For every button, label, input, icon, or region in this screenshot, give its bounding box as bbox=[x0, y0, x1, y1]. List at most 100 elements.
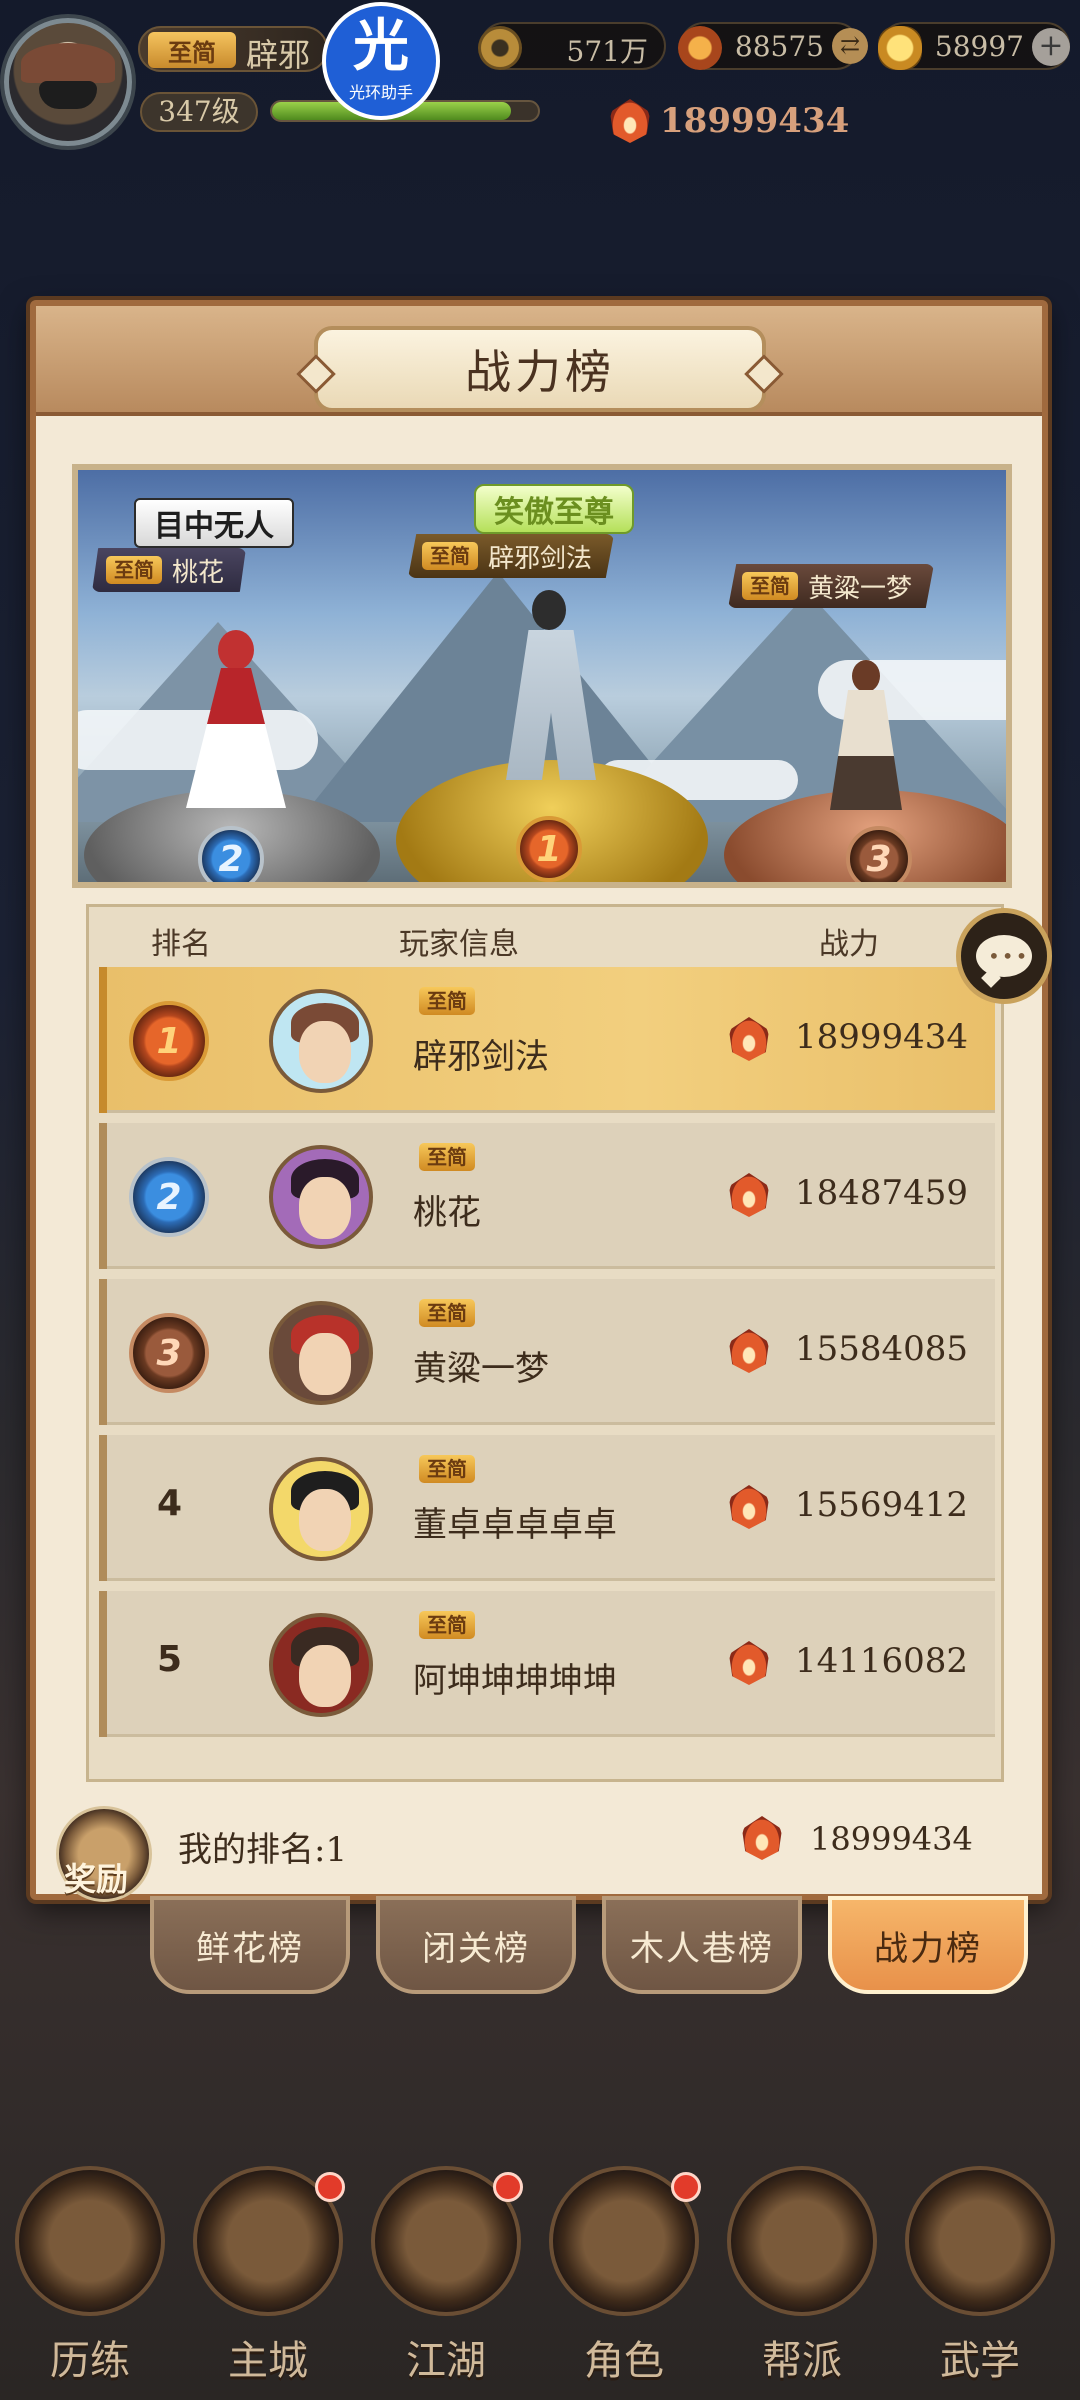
face-shape bbox=[299, 1333, 351, 1395]
nav-jianghu[interactable]: 江湖 bbox=[361, 2150, 531, 2400]
table-row[interactable]: 1 至简 辟邪剑法 18999434 bbox=[99, 967, 995, 1113]
player-power: 14116082 bbox=[795, 1641, 969, 1681]
table-row[interactable]: 3 至简 黄粱一梦 15584085 bbox=[99, 1279, 995, 1425]
tab-flower[interactable]: 鲜花榜 bbox=[150, 1896, 350, 1994]
medal-slot: 3 bbox=[129, 1313, 209, 1393]
copper-coin-icon bbox=[478, 26, 522, 70]
header-power: 战力 bbox=[819, 927, 879, 962]
rank-medal-3: 3 bbox=[129, 1313, 209, 1393]
power-flame-icon bbox=[729, 1485, 769, 1529]
table-row[interactable]: 2 至简 桃花 18487459 bbox=[99, 1123, 995, 1269]
reward-label[interactable]: 奖励 bbox=[64, 1854, 128, 1900]
player-name: 董卓卓卓卓卓 bbox=[413, 1505, 617, 1545]
power-flame-icon bbox=[729, 1329, 769, 1373]
character-head bbox=[852, 660, 880, 692]
chat-dots: ••• bbox=[988, 944, 1030, 968]
flame-coin-counter[interactable]: 88575 ⇄ bbox=[678, 22, 868, 70]
title-plate: 战力榜 bbox=[314, 326, 766, 412]
header-player: 玩家信息 bbox=[399, 927, 519, 962]
title-banner-left: 目中无人 bbox=[134, 498, 294, 548]
first-place-name: 辟邪剑法 bbox=[488, 543, 593, 574]
add-icon[interactable]: + bbox=[1032, 28, 1070, 66]
hud-power-value: 18999434 bbox=[660, 101, 850, 141]
vip-tag: 至简 bbox=[419, 1299, 475, 1327]
helper-caption: 光环助手 bbox=[348, 83, 413, 102]
second-place-name: 桃花 bbox=[172, 557, 225, 588]
power-flame-icon bbox=[729, 1017, 769, 1061]
helper-glyph: 光 bbox=[353, 14, 409, 79]
vip-tag: 至简 bbox=[419, 1455, 475, 1483]
panel-header: 战力榜 bbox=[36, 306, 1042, 416]
chat-button[interactable]: ••• bbox=[956, 908, 1052, 1004]
nav-guild[interactable]: 帮派 bbox=[717, 2150, 887, 2400]
rank-medal-2: 2 bbox=[129, 1157, 209, 1237]
face-shape bbox=[299, 1021, 351, 1083]
top-hud: 至简 辟邪 347级 光 光环助手 571万 88575 ⇄ 58997 + 1… bbox=[0, 0, 1080, 150]
character-body bbox=[830, 690, 902, 810]
gold-ingot-icon bbox=[878, 26, 922, 70]
face-shape bbox=[299, 1645, 351, 1707]
player-power: 15569412 bbox=[795, 1485, 969, 1525]
nav-character[interactable]: 角色 bbox=[539, 2150, 709, 2400]
first-place-plate: 至简 辟邪剑法 bbox=[408, 534, 615, 578]
leaderboard-tabs: 鲜花榜 闭关榜 木人巷榜 战力榜 bbox=[150, 1896, 1030, 1996]
header-rank: 排名 bbox=[151, 927, 211, 962]
rank-medal-2: 2 bbox=[198, 826, 264, 882]
helper-app-badge[interactable]: 光 光环助手 bbox=[322, 2, 440, 120]
third-place-plate: 至简 黄粱一梦 bbox=[728, 564, 935, 608]
title-banner-mid: 笑傲至尊 bbox=[474, 484, 634, 534]
nav-label: 角色 bbox=[584, 2338, 664, 2384]
rank-medal-1: 1 bbox=[516, 816, 582, 882]
player-name: 辟邪 bbox=[246, 36, 311, 74]
copper-coin-value: 571万 bbox=[566, 35, 648, 68]
avatar[interactable] bbox=[269, 1301, 373, 1405]
mask-shape bbox=[39, 81, 97, 109]
tab-seclusion[interactable]: 闭关榜 bbox=[376, 1896, 576, 1994]
player-name: 桃花 bbox=[413, 1193, 481, 1233]
tab-power[interactable]: 战力榜 bbox=[828, 1896, 1028, 1994]
avatar[interactable] bbox=[269, 1613, 373, 1717]
third-place-character[interactable] bbox=[822, 660, 912, 810]
nav-label: 帮派 bbox=[762, 2338, 842, 2384]
bottom-nav: 历练 主城 江湖 角色 帮派 武学 bbox=[0, 2150, 1080, 2400]
avatar[interactable] bbox=[269, 1457, 373, 1561]
flame-coin-value: 88575 bbox=[734, 30, 824, 63]
tab-wooden-alley[interactable]: 木人巷榜 bbox=[602, 1896, 802, 1994]
vip-tag: 至简 bbox=[419, 1143, 475, 1171]
face-shape bbox=[299, 1489, 351, 1551]
nav-martial-arts[interactable]: 武学 bbox=[895, 2150, 1065, 2400]
guild-emblem-icon bbox=[727, 2166, 877, 2316]
player-name: 辟邪剑法 bbox=[413, 1037, 549, 1077]
scroll-icon bbox=[905, 2166, 1055, 2316]
gold-ingot-counter[interactable]: 58997 + bbox=[878, 22, 1070, 70]
chat-bubble-icon: ••• bbox=[976, 935, 1032, 977]
table-row[interactable]: 4 至简 董卓卓卓卓卓 15569412 bbox=[99, 1435, 995, 1581]
flame-coin-icon bbox=[678, 26, 722, 70]
notification-dot bbox=[671, 2172, 701, 2202]
first-place-character[interactable] bbox=[490, 590, 610, 780]
vip-tag: 至简 bbox=[422, 542, 478, 570]
avatar[interactable] bbox=[269, 989, 373, 1093]
second-place-character[interactable] bbox=[178, 630, 298, 810]
hud-power: 18999434 bbox=[610, 96, 849, 146]
rank-medal-1: 1 bbox=[129, 1001, 209, 1081]
character-head bbox=[218, 630, 254, 670]
nav-main-city[interactable]: 主城 bbox=[183, 2150, 353, 2400]
vip-tag: 至简 bbox=[742, 572, 798, 600]
medal-slot: 2 bbox=[129, 1157, 209, 1237]
character-head bbox=[532, 590, 566, 630]
nav-training[interactable]: 历练 bbox=[5, 2150, 175, 2400]
player-power: 15584085 bbox=[795, 1329, 969, 1369]
exchange-icon[interactable]: ⇄ bbox=[832, 28, 868, 64]
nav-label: 主城 bbox=[228, 2338, 308, 2384]
character-body bbox=[186, 668, 286, 808]
power-flame-icon bbox=[729, 1641, 769, 1685]
my-power-value: 18999434 bbox=[810, 1820, 973, 1858]
notification-dot bbox=[493, 2172, 523, 2202]
table-row[interactable]: 5 至简 阿坤坤坤坤坤 14116082 bbox=[99, 1591, 995, 1737]
copper-coin-counter[interactable]: 571万 bbox=[478, 22, 666, 70]
avatar[interactable] bbox=[269, 1145, 373, 1249]
player-avatar[interactable] bbox=[4, 18, 132, 146]
notification-dot bbox=[315, 2172, 345, 2202]
character-body bbox=[506, 630, 596, 780]
